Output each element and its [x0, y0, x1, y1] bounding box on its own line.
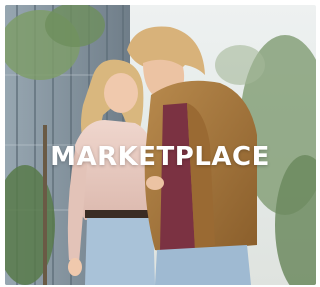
headline: MARKETPLACE: [50, 142, 270, 172]
marketplace-card[interactable]: MARKETPLACE: [0, 0, 320, 287]
